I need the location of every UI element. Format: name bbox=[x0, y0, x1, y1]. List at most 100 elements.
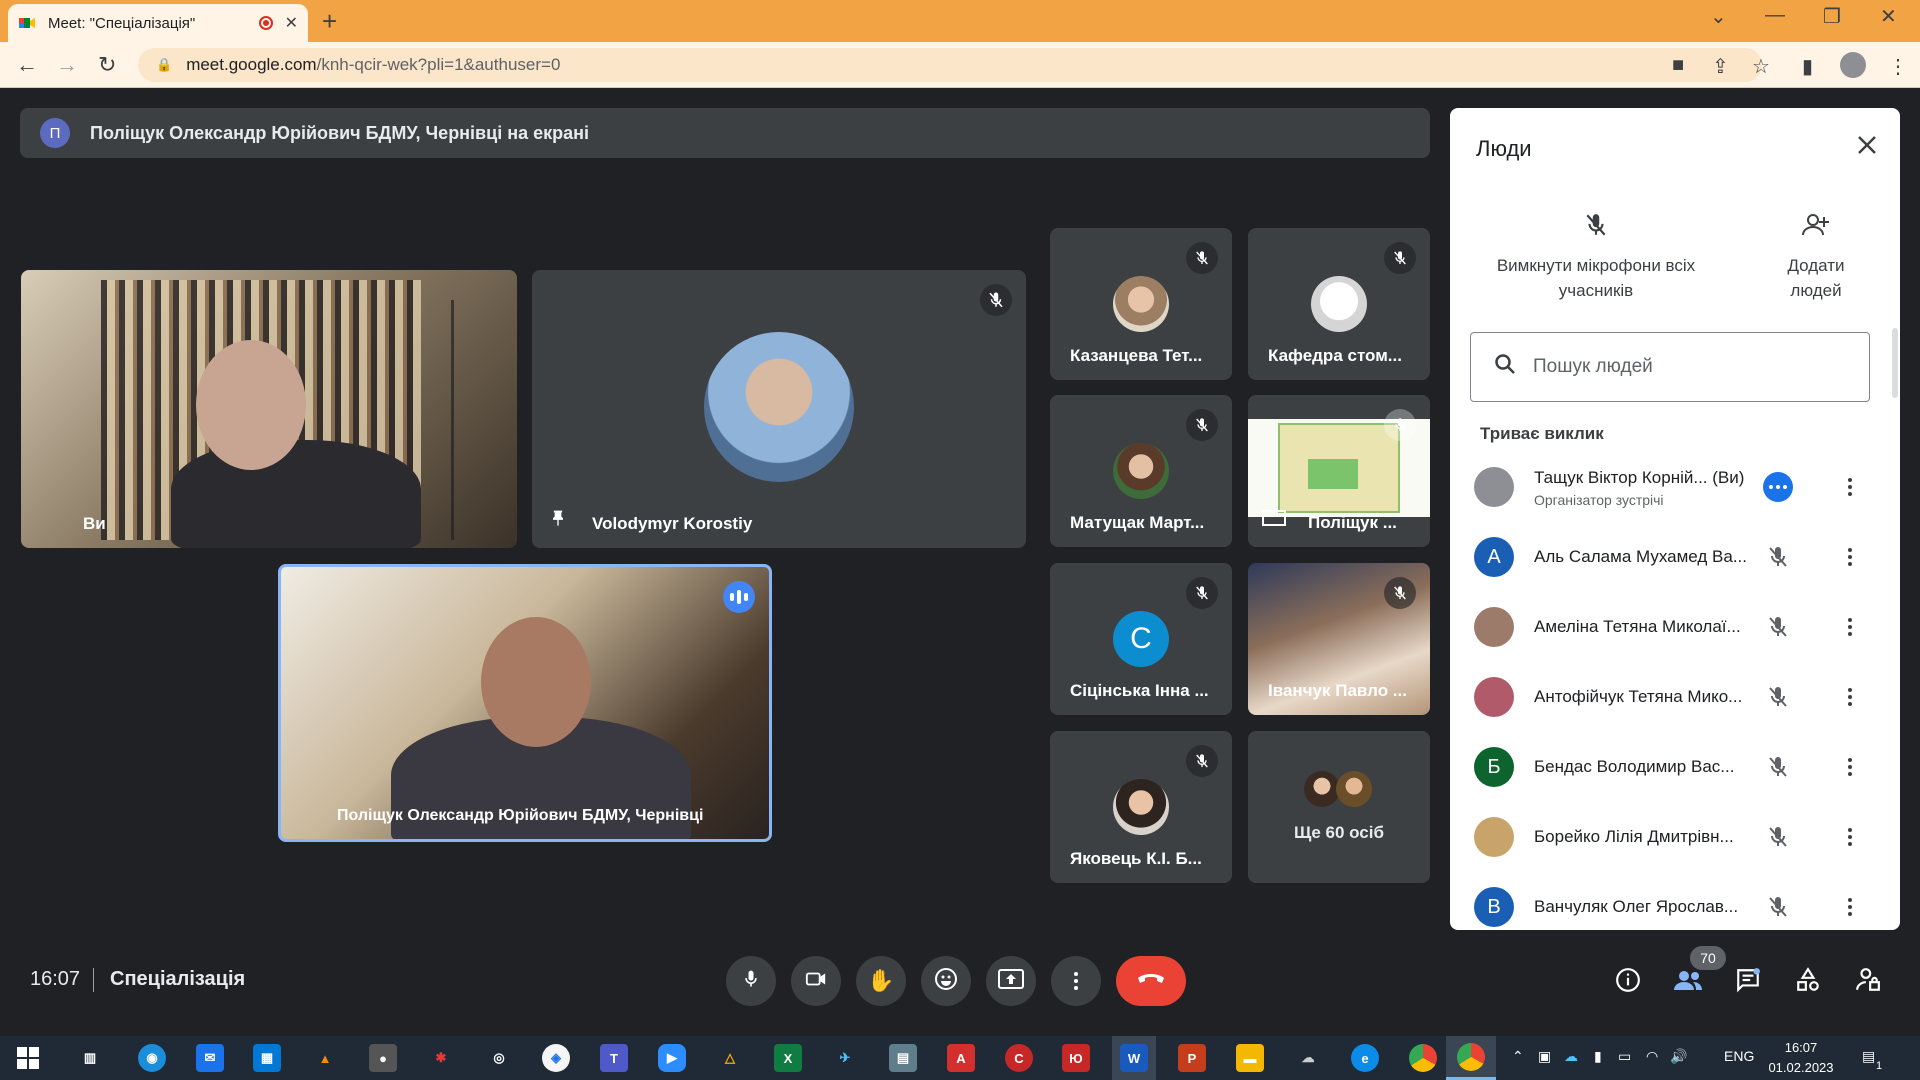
activities-button[interactable] bbox=[1792, 966, 1824, 998]
task-view-icon[interactable]: ▥ bbox=[76, 1044, 104, 1072]
host-controls-button[interactable] bbox=[1852, 966, 1884, 998]
app-icon-5[interactable]: ☁ bbox=[1294, 1044, 1322, 1072]
participant-mic-off-icon[interactable] bbox=[1762, 541, 1794, 573]
pin-icon[interactable] bbox=[548, 509, 568, 534]
more-people-tile[interactable]: Ще 60 осіб bbox=[1248, 731, 1430, 883]
app-icon-4[interactable]: Ю bbox=[1062, 1044, 1090, 1072]
participant-more-button[interactable] bbox=[1834, 611, 1866, 643]
zoom-icon[interactable]: ▶ bbox=[658, 1044, 686, 1072]
close-window-button[interactable]: ✕ bbox=[1880, 4, 1897, 29]
chrome-active-taskbar-item[interactable] bbox=[1446, 1036, 1496, 1080]
wifi-icon[interactable]: ◠ bbox=[1646, 1048, 1658, 1065]
bookmark-star-icon[interactable]: ☆ bbox=[1752, 54, 1770, 79]
participant-mic-off-icon[interactable] bbox=[1762, 611, 1794, 643]
excel-icon[interactable]: X bbox=[774, 1044, 802, 1072]
participant-options-button[interactable] bbox=[1762, 471, 1794, 503]
store-icon[interactable]: ▦ bbox=[253, 1044, 281, 1072]
share-icon[interactable]: ⇪ bbox=[1712, 54, 1729, 79]
meeting-details-button[interactable] bbox=[1612, 966, 1644, 998]
camera-button[interactable] bbox=[791, 956, 841, 1006]
obs-icon[interactable]: ◎ bbox=[485, 1044, 513, 1072]
participant-more-button[interactable] bbox=[1834, 821, 1866, 853]
participant-row[interactable]: Тащук Віктор Корній... (Ви) Організатор … bbox=[1450, 452, 1900, 522]
side-panel-icon[interactable]: ▮ bbox=[1802, 54, 1813, 79]
participant-more-button[interactable] bbox=[1834, 541, 1866, 573]
safari-icon[interactable]: ◉ bbox=[138, 1044, 166, 1072]
panda-app-icon[interactable]: ● bbox=[369, 1044, 397, 1072]
participant-more-button[interactable] bbox=[1834, 471, 1866, 503]
calculator-icon[interactable]: ▤ bbox=[889, 1044, 917, 1072]
participant-tile-sitsinska[interactable]: С Сіцінська Інна ... bbox=[1050, 563, 1232, 715]
url-field[interactable]: 🔒 meet.google.com /knh-qcir-wek?pli=1&au… bbox=[138, 48, 1762, 82]
volume-icon[interactable]: 🔊 bbox=[1670, 1048, 1687, 1065]
app-icon-3[interactable]: C bbox=[1005, 1044, 1033, 1072]
participant-row[interactable]: Б Бендас Володимир Вас... bbox=[1450, 732, 1900, 802]
more-options-button[interactable] bbox=[1051, 956, 1101, 1006]
app-icon-2[interactable]: ✈ bbox=[831, 1044, 859, 1072]
participant-mic-off-icon[interactable] bbox=[1762, 891, 1794, 923]
forward-button[interactable]: → bbox=[56, 52, 78, 78]
onedrive-icon[interactable]: ☁ bbox=[1564, 1048, 1578, 1065]
tray-camera-icon[interactable]: ▣ bbox=[1538, 1048, 1551, 1065]
mute-all-button[interactable]: Вимкнути мікрофони всіх учасників bbox=[1486, 212, 1706, 303]
participant-row[interactable]: Борейко Лілія Дмитрівн... bbox=[1450, 802, 1900, 872]
windows-start-icon[interactable] bbox=[14, 1044, 42, 1072]
participant-tile-matushchak[interactable]: Матущак Март... bbox=[1050, 395, 1232, 547]
participant-mic-off-icon[interactable] bbox=[1762, 821, 1794, 853]
microphone-button[interactable] bbox=[726, 956, 776, 1006]
close-panel-icon[interactable] bbox=[1856, 134, 1878, 161]
participant-more-button[interactable] bbox=[1834, 891, 1866, 923]
new-tab-button[interactable]: + bbox=[322, 6, 337, 37]
participant-tile-korostiy[interactable]: Volodymyr Korostiy bbox=[532, 270, 1026, 548]
powerpoint-icon[interactable]: P bbox=[1178, 1044, 1206, 1072]
participant-more-button[interactable] bbox=[1834, 681, 1866, 713]
drive-icon[interactable]: △ bbox=[716, 1044, 744, 1072]
present-now-button[interactable] bbox=[986, 956, 1036, 1006]
panel-scrollbar[interactable] bbox=[1892, 328, 1898, 398]
word-taskbar-item[interactable]: W bbox=[1112, 1036, 1156, 1080]
teams-icon[interactable]: T bbox=[600, 1044, 628, 1072]
tray-mic-icon[interactable]: ▮ bbox=[1594, 1048, 1602, 1065]
reactions-button[interactable] bbox=[921, 956, 971, 1006]
participant-tile-yakovets[interactable]: Яковець К.І. Б... bbox=[1050, 731, 1232, 883]
tray-overflow-icon[interactable]: ⌃ bbox=[1512, 1048, 1524, 1065]
mail-icon[interactable]: ✉ bbox=[196, 1044, 224, 1072]
restore-button[interactable]: ❐ bbox=[1823, 4, 1841, 29]
minimize-button[interactable]: — bbox=[1765, 4, 1785, 27]
participant-mic-off-icon[interactable] bbox=[1762, 681, 1794, 713]
participant-mic-off-icon[interactable] bbox=[1762, 751, 1794, 783]
edge-icon[interactable]: e bbox=[1351, 1044, 1379, 1072]
tab-search-icon[interactable]: ⌄ bbox=[1710, 4, 1727, 29]
vlc-icon[interactable]: ▲ bbox=[311, 1044, 339, 1072]
participant-row[interactable]: А Аль Салама Мухамед Ва... bbox=[1450, 522, 1900, 592]
app-icon[interactable]: ✱ bbox=[427, 1044, 455, 1072]
acrobat-icon[interactable]: A bbox=[947, 1044, 975, 1072]
participant-row[interactable]: В Ванчуляк Олег Ярослав... bbox=[1450, 872, 1900, 930]
file-explorer-icon[interactable]: ▬ bbox=[1236, 1044, 1264, 1072]
leave-call-button[interactable] bbox=[1116, 956, 1186, 1006]
participant-tile-kazantseva[interactable]: Казанцева Тет... bbox=[1050, 228, 1232, 380]
participant-tile-kafedra[interactable]: Кафедра стом... bbox=[1248, 228, 1430, 380]
browser-menu-icon[interactable]: ⋮ bbox=[1888, 54, 1908, 79]
reload-button[interactable]: ↻ bbox=[98, 52, 116, 78]
language-indicator[interactable]: ENG bbox=[1724, 1048, 1754, 1064]
notifications-icon[interactable]: ▤ bbox=[1862, 1048, 1875, 1065]
self-video-tile[interactable]: Ви bbox=[21, 270, 517, 548]
people-search-input[interactable]: Пошук людей bbox=[1470, 332, 1870, 402]
add-people-button[interactable]: Додати людей bbox=[1776, 212, 1856, 303]
back-button[interactable]: ← bbox=[16, 52, 38, 78]
eye-app-icon[interactable]: ◈ bbox=[542, 1044, 570, 1072]
presenter-video-tile[interactable]: Поліщук Олександр Юрійович БДМУ, Чернівц… bbox=[278, 564, 772, 842]
chat-button[interactable] bbox=[1732, 966, 1764, 998]
participant-tile-polishchuk-screen[interactable]: Поліщук ... bbox=[1248, 395, 1430, 547]
chrome-icon[interactable] bbox=[1409, 1044, 1437, 1072]
close-tab-icon[interactable]: ✕ bbox=[285, 13, 298, 33]
taskbar-clock[interactable]: 16:07 01.02.2023 bbox=[1766, 1038, 1836, 1078]
raise-hand-button[interactable]: ✋ bbox=[856, 956, 906, 1006]
participant-more-button[interactable] bbox=[1834, 751, 1866, 783]
browser-tab-meet[interactable]: Meet: "Спеціалізація" ✕ bbox=[8, 4, 308, 42]
camera-in-use-icon[interactable]: ■ bbox=[1672, 54, 1684, 77]
participant-tile-ivanchuk[interactable]: Іванчук Павло ... bbox=[1248, 563, 1430, 715]
battery-icon[interactable]: ▭ bbox=[1618, 1048, 1631, 1065]
participant-row[interactable]: Антофійчук Тетяна Мико... bbox=[1450, 662, 1900, 732]
